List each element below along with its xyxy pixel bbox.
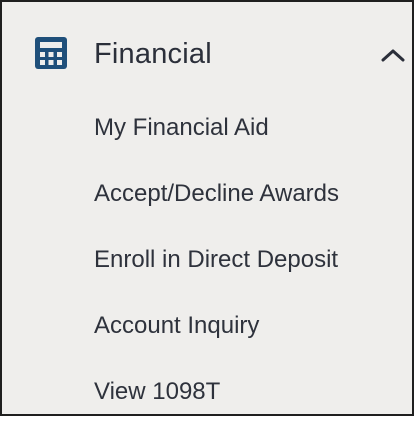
- menu-item-enroll-direct-deposit[interactable]: Enroll in Direct Deposit: [2, 242, 412, 308]
- chevron-up-icon[interactable]: [380, 47, 406, 63]
- menu-item-account-inquiry[interactable]: Account Inquiry: [2, 308, 412, 374]
- calculator-icon: [35, 37, 67, 69]
- financial-section-label: Financial: [94, 38, 212, 70]
- menu-item-accept-decline-awards[interactable]: Accept/Decline Awards: [2, 176, 412, 242]
- financial-section-header[interactable]: Financial: [2, 22, 412, 94]
- menu-item-view-1098t[interactable]: View 1098T: [2, 374, 412, 440]
- menu-item-my-financial-aid[interactable]: My Financial Aid: [2, 110, 412, 176]
- financial-submenu: My Financial Aid Accept/Decline Awards E…: [2, 110, 412, 440]
- financial-menu-panel: Financial My Financial Aid Accept/Declin…: [0, 0, 414, 416]
